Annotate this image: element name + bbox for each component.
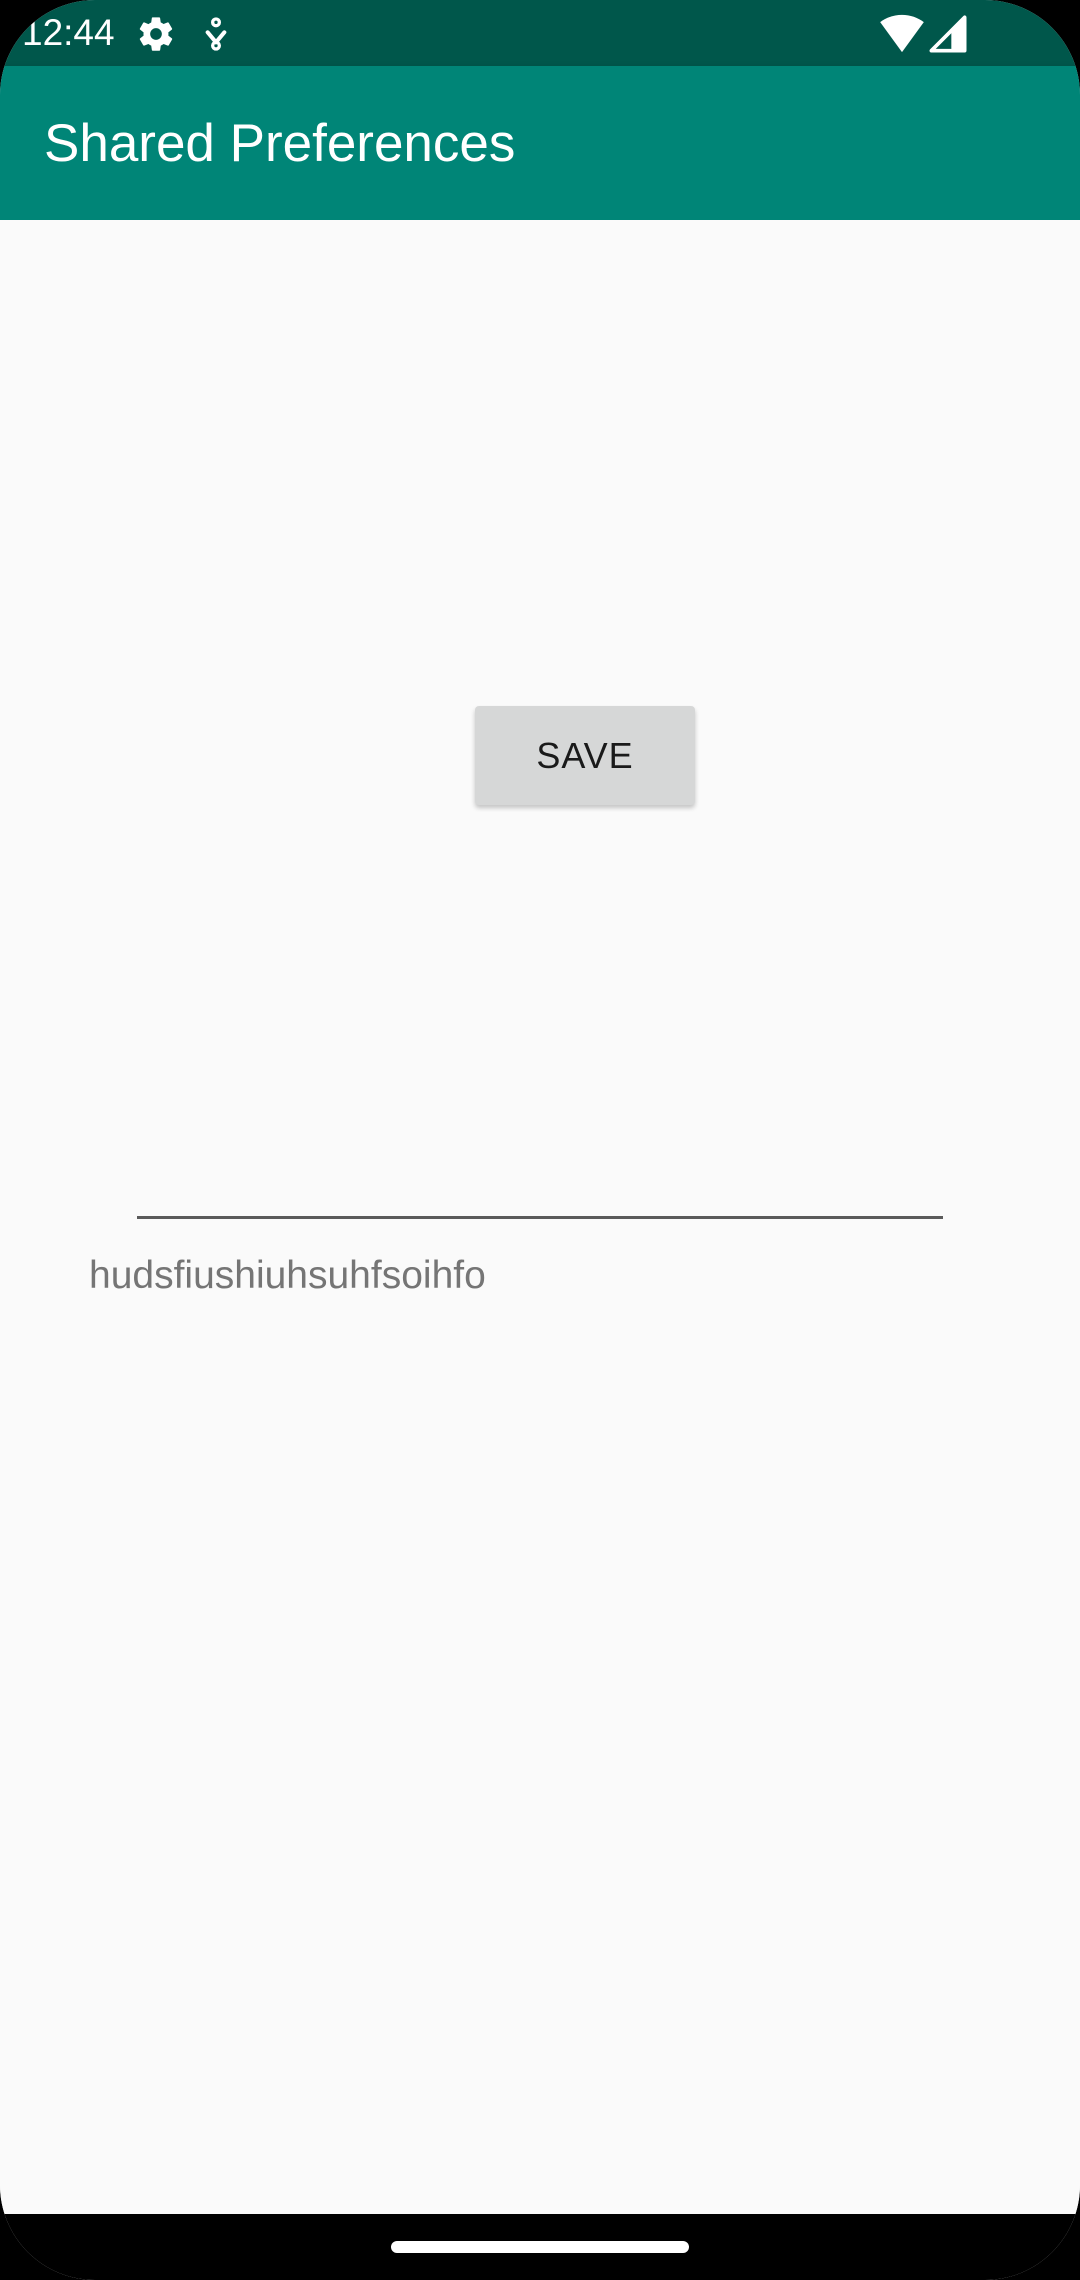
status-bar: 12:44 — [0, 0, 1080, 66]
device-screen: 12:44 Shared Preferences SAVE hudsfiushi… — [0, 0, 1080, 2280]
saved-text-display: hudsfiushiuhsuhfsoihfo — [89, 1254, 486, 1297]
gear-icon — [136, 14, 176, 54]
app-title: Shared Preferences — [44, 114, 516, 173]
app-bar: Shared Preferences — [0, 66, 1080, 220]
home-gesture-handle[interactable] — [391, 2241, 689, 2253]
status-time: 12:44 — [22, 12, 115, 53]
wifi-icon — [880, 14, 924, 54]
save-button[interactable]: SAVE — [475, 706, 695, 805]
signal-icon — [928, 14, 968, 54]
download-icon — [196, 14, 236, 54]
text-input-field[interactable] — [137, 1140, 943, 1219]
